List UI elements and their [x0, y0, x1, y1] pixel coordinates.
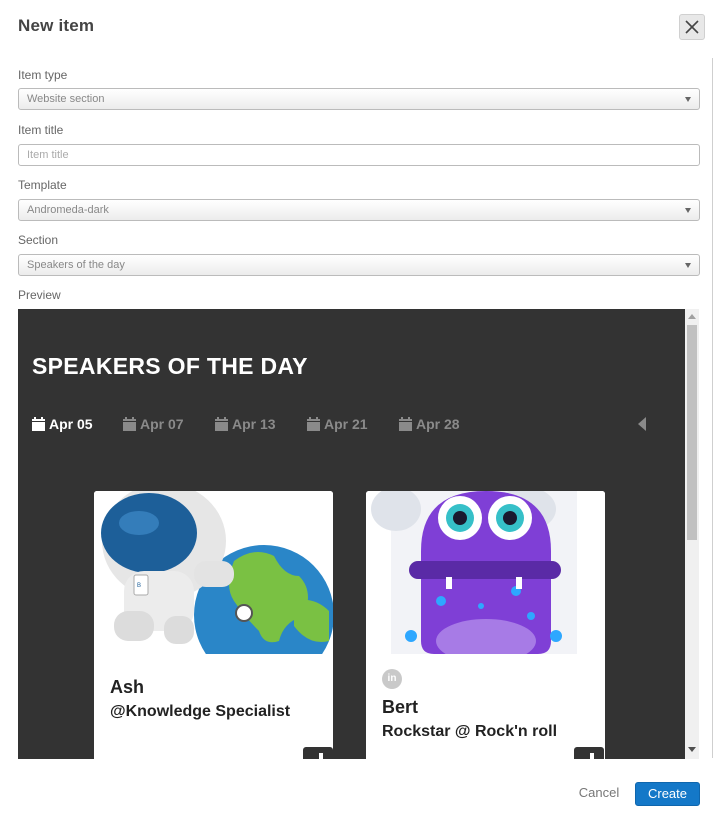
date-tab-3[interactable]: Apr 21	[307, 416, 368, 432]
scrollbar-thumb[interactable]	[687, 325, 697, 540]
speaker-card-ash[interactable]: B Ash @Knowledge Specialist	[94, 491, 333, 759]
linkedin-icon[interactable]: in	[382, 669, 402, 689]
speaker-card-bert[interactable]: in Bert Rockstar @ Rock'n roll	[366, 491, 605, 759]
cancel-button[interactable]: Cancel	[572, 782, 626, 804]
calendar-icon	[399, 417, 412, 431]
speaker-role: Rockstar @ Rock'n roll	[382, 723, 558, 740]
preview-scrollbar[interactable]	[685, 309, 699, 759]
speaker-role: @Knowledge Specialist	[110, 703, 291, 720]
card-action-tab[interactable]	[574, 747, 604, 759]
item-type-value: Website section	[27, 93, 105, 105]
close-button[interactable]	[679, 14, 705, 40]
template-label: Template	[18, 178, 67, 192]
scroll-down-arrow-icon[interactable]	[688, 747, 696, 752]
chevron-down-icon	[685, 208, 691, 213]
close-icon	[685, 20, 699, 34]
calendar-icon	[32, 417, 45, 431]
speaker-name: Ash	[110, 677, 145, 697]
date-tab-label: Apr 21	[324, 416, 368, 432]
speaker-name: Bert	[382, 697, 419, 717]
scroll-up-arrow-icon[interactable]	[688, 314, 696, 319]
dialog-divider	[712, 58, 713, 758]
date-tab-label: Apr 07	[140, 416, 184, 432]
speaker-image-monster	[366, 491, 605, 663]
date-tab-1[interactable]: Apr 07	[123, 416, 184, 432]
date-tab-2[interactable]: Apr 13	[215, 416, 276, 432]
item-title-placeholder: Item title	[27, 149, 69, 161]
preview-label: Preview	[18, 288, 61, 302]
calendar-icon	[215, 417, 228, 431]
preview-pane: SPEAKERS OF THE DAY Apr 05 Apr 07 Apr 13…	[18, 309, 685, 759]
date-tab-4[interactable]: Apr 28	[399, 416, 460, 432]
chevron-down-icon	[685, 97, 691, 102]
create-button[interactable]: Create	[635, 782, 700, 806]
item-type-select[interactable]: Website section	[18, 88, 700, 110]
preview-heading: SPEAKERS OF THE DAY	[32, 353, 308, 379]
chevron-down-icon	[685, 263, 691, 268]
template-value: Andromeda-dark	[27, 204, 109, 216]
previous-arrow-icon[interactable]	[638, 417, 646, 431]
template-select[interactable]: Andromeda-dark	[18, 199, 700, 221]
date-tab-label: Apr 13	[232, 416, 276, 432]
section-value: Speakers of the day	[27, 259, 125, 271]
section-label: Section	[18, 233, 59, 247]
date-tab-0[interactable]: Apr 05	[32, 416, 93, 432]
item-title-label: Item title	[18, 123, 64, 137]
calendar-icon	[123, 417, 136, 431]
item-type-label: Item type	[18, 68, 68, 82]
calendar-icon	[307, 417, 320, 431]
svg-text:B: B	[137, 583, 141, 589]
date-tab-label: Apr 05	[49, 416, 93, 432]
date-tab-label: Apr 28	[416, 416, 460, 432]
dialog-title: New item	[18, 16, 95, 35]
speaker-image-astronaut: B	[94, 491, 333, 685]
card-action-tab[interactable]	[303, 747, 333, 759]
item-title-input[interactable]: Item title	[18, 144, 700, 166]
section-select[interactable]: Speakers of the day	[18, 254, 700, 276]
